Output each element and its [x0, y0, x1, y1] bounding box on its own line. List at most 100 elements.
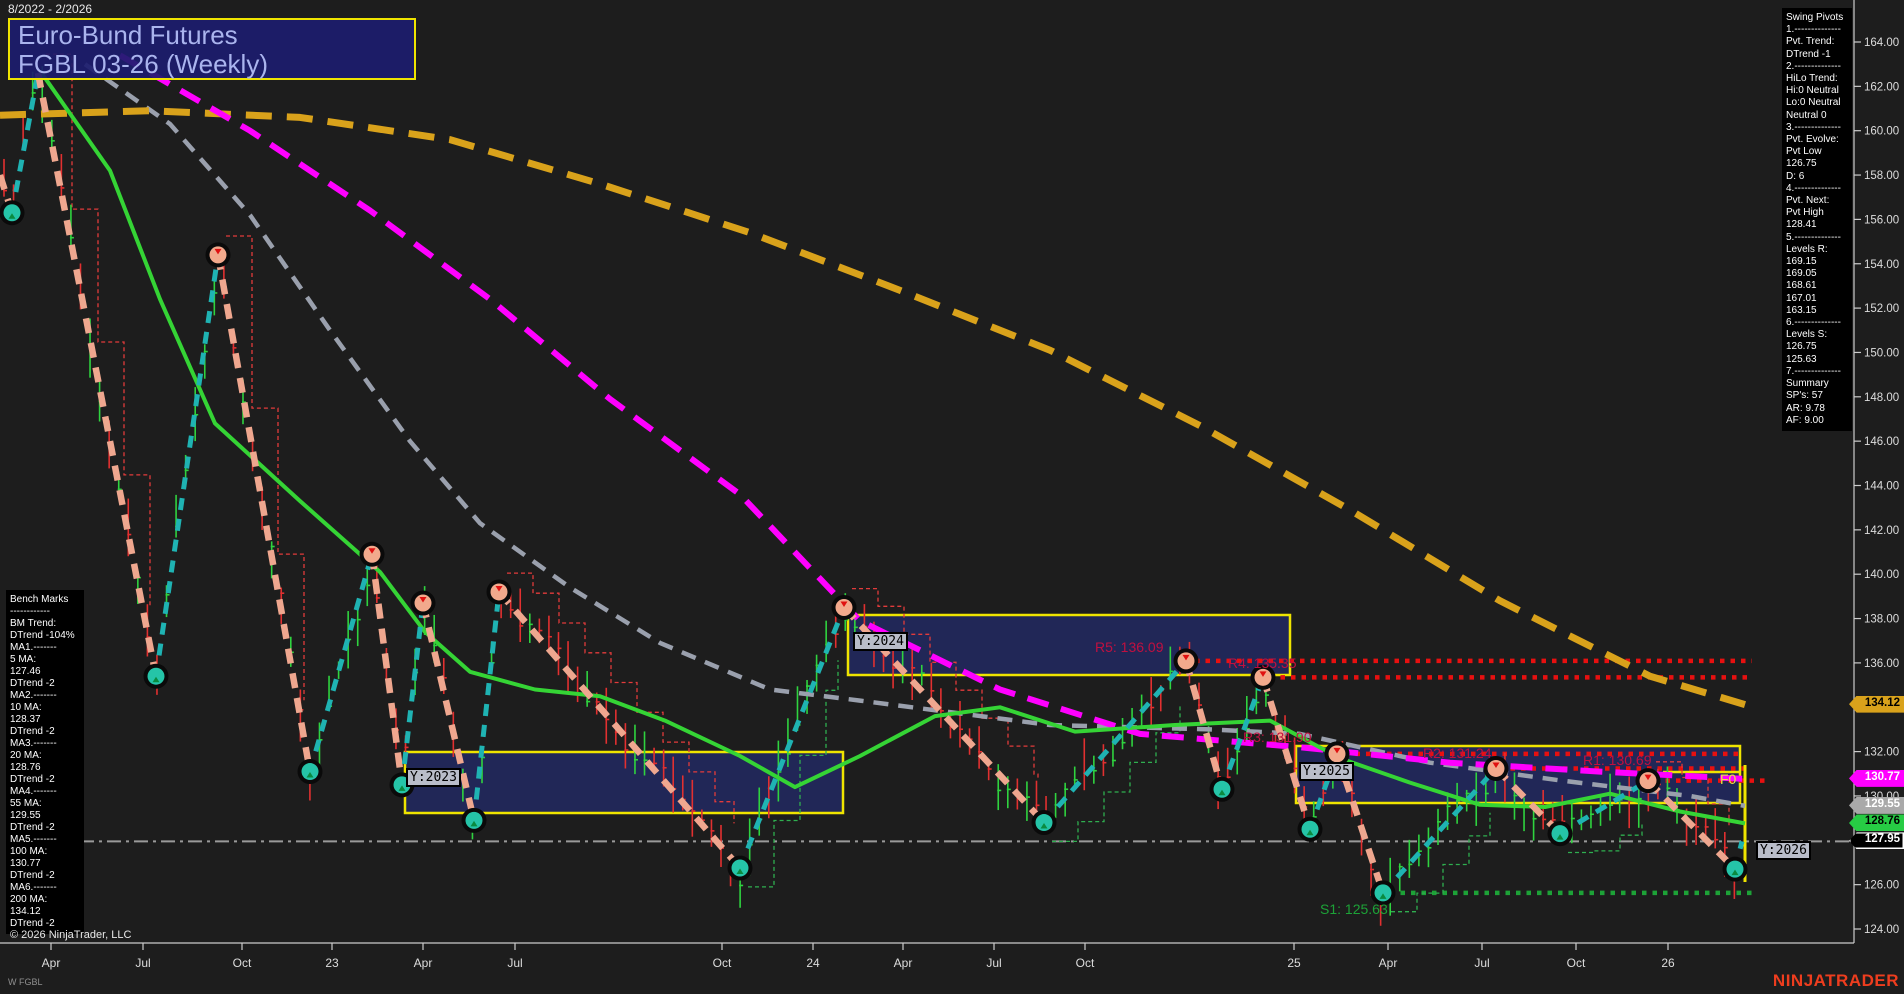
- level-label: R1: 130.69: [1583, 752, 1652, 768]
- series-label: W FGBL: [8, 977, 43, 987]
- panel-line: 6.--------------: [1786, 317, 1848, 329]
- panel-line: MA6.-------: [10, 882, 80, 894]
- price-tick-label: 152.00: [1864, 303, 1899, 315]
- zigzag-down-leg: [499, 592, 740, 868]
- year-label-2025[interactable]: Y:2025: [1299, 762, 1354, 781]
- price-chart-canvas[interactable]: R5: 136.09R4: 135.35R3: 131.90R2: 131.24…: [0, 0, 1904, 994]
- panel-line: DTrend -104%: [10, 630, 80, 642]
- price-tag-129.55: 129.55: [1849, 797, 1904, 814]
- zigzag-down-leg: [218, 255, 310, 772]
- time-tick-label: 25: [1287, 956, 1301, 970]
- panel-line: DTrend -2: [10, 870, 80, 882]
- price-tag-130.77: 130.77: [1849, 770, 1904, 787]
- panel-line: D: 6: [1786, 171, 1848, 183]
- panel-line: 100 MA:: [10, 846, 80, 858]
- panel-line: Pvt. Evolve:: [1786, 134, 1848, 146]
- zigzag-up-leg: [12, 73, 38, 213]
- panel-line: BM Trend:: [10, 618, 80, 630]
- price-tag-127.95: 127.95: [1849, 832, 1904, 849]
- panel-line: Pvt. Trend:: [1786, 36, 1848, 48]
- swing-pivots-body: 1.--------------Pvt. Trend:DTrend -12.--…: [1786, 24, 1848, 427]
- panel-line: 163.15: [1786, 305, 1848, 317]
- panel-line: MA4.-------: [10, 786, 80, 798]
- panel-line: 2.--------------: [1786, 61, 1848, 73]
- panel-line: Pvt. Next:: [1786, 195, 1848, 207]
- bench-marks-title: Bench Marks: [10, 594, 80, 606]
- panel-line: Pvt Low: [1786, 146, 1848, 158]
- price-tick-label: 126.00: [1864, 880, 1899, 892]
- time-tick-label: 26: [1661, 956, 1675, 970]
- panel-line: 7.--------------: [1786, 366, 1848, 378]
- time-tick-label: 24: [806, 956, 820, 970]
- time-tick-label: Jul: [135, 956, 150, 970]
- panel-line: ------------: [10, 606, 80, 618]
- bench-marks-panel: Bench Marks ------------BM Trend:DTrend …: [6, 590, 84, 934]
- panel-line: Pvt High: [1786, 207, 1848, 219]
- panel-line: 128.37: [10, 714, 80, 726]
- panel-line: 126.75: [1786, 341, 1848, 353]
- price-tag-128.76: 128.76: [1849, 814, 1904, 831]
- panel-line: DTrend -1: [1786, 49, 1848, 61]
- ma-line-20ma: [40, 71, 1745, 824]
- price-tick-label: 146.00: [1864, 436, 1899, 448]
- panel-line: 126.75: [1786, 158, 1848, 170]
- instrument-name: Euro-Bund Futures: [18, 21, 406, 50]
- panel-line: 3.--------------: [1786, 122, 1848, 134]
- year-label-2023[interactable]: Y:2023: [406, 768, 461, 787]
- ninjatrader-logo: NINJATRADER: [1773, 971, 1899, 991]
- panel-line: 134.12: [10, 906, 80, 918]
- panel-line: MA2.-------: [10, 690, 80, 702]
- level-label: R3: 131.90: [1243, 729, 1312, 745]
- chart-window: R5: 136.09R4: 135.35R3: 131.90R2: 131.24…: [0, 0, 1904, 994]
- time-tick-label: Apr: [1379, 956, 1398, 970]
- price-tick-label: 142.00: [1864, 525, 1899, 537]
- panel-line: MA3.-------: [10, 738, 80, 750]
- stop-steps-up: [1568, 822, 1642, 853]
- panel-line: SP's: 57: [1786, 390, 1848, 402]
- panel-line: MA1.-------: [10, 642, 80, 654]
- panel-line: 169.15: [1786, 256, 1848, 268]
- time-tick-label: Jul: [1474, 956, 1489, 970]
- level-label: R2: 131.24: [1423, 745, 1492, 761]
- time-tick-label: Jul: [507, 956, 522, 970]
- panel-line: DTrend -2: [10, 774, 80, 786]
- swing-pivots-panel: Swing Pivots 1.--------------Pvt. Trend:…: [1782, 8, 1852, 431]
- panel-line: 55 MA:: [10, 798, 80, 810]
- panel-line: 200 MA:: [10, 894, 80, 906]
- panel-line: Levels S:: [1786, 329, 1848, 341]
- swing-pivots-title: Swing Pivots: [1786, 12, 1848, 24]
- zigzag-up-leg: [156, 255, 218, 676]
- price-tick-label: 162.00: [1864, 81, 1899, 93]
- price-tick-label: 132.00: [1864, 747, 1899, 759]
- panel-line: 4.--------------: [1786, 183, 1848, 195]
- panel-line: 5.--------------: [1786, 232, 1848, 244]
- panel-line: 169.05: [1786, 268, 1848, 280]
- panel-line: 10 MA:: [10, 702, 80, 714]
- panel-line: 125.63: [1786, 354, 1848, 366]
- level-label: F0: [1720, 771, 1737, 787]
- contract-and-period: FGBL 03-26 (Weekly): [18, 50, 406, 79]
- panel-line: 167.01: [1786, 293, 1848, 305]
- level-label: R5: 136.09: [1095, 639, 1164, 655]
- price-tick-label: 160.00: [1864, 126, 1899, 138]
- price-tick-label: 154.00: [1864, 259, 1899, 271]
- year-label-2024[interactable]: Y:2024: [853, 632, 908, 651]
- visible-date-range: 8/2022 - 2/2026: [8, 2, 92, 16]
- price-tick-label: 124.00: [1864, 924, 1899, 936]
- panel-line: 129.55: [10, 810, 80, 822]
- panel-line: 130.77: [10, 858, 80, 870]
- time-tick-label: Apr: [414, 956, 433, 970]
- panel-line: MA5.-------: [10, 834, 80, 846]
- moving-averages: [0, 55, 1745, 823]
- panel-line: 128.76: [10, 762, 80, 774]
- zigzag-down-leg: [38, 73, 156, 676]
- price-tick-label: 156.00: [1864, 214, 1899, 226]
- copyright-text: © 2026 NinjaTrader, LLC: [10, 929, 131, 941]
- time-tick-label: Apr: [42, 956, 61, 970]
- time-tick-label: Oct: [1076, 956, 1095, 970]
- year-label-2026[interactable]: Y:2026: [1756, 841, 1811, 860]
- price-tick-label: 164.00: [1864, 37, 1899, 49]
- panel-line: Hi:0 Neutral: [1786, 85, 1848, 97]
- panel-line: AR: 9.78: [1786, 403, 1848, 415]
- level-label: S1: 125.63: [1320, 901, 1388, 917]
